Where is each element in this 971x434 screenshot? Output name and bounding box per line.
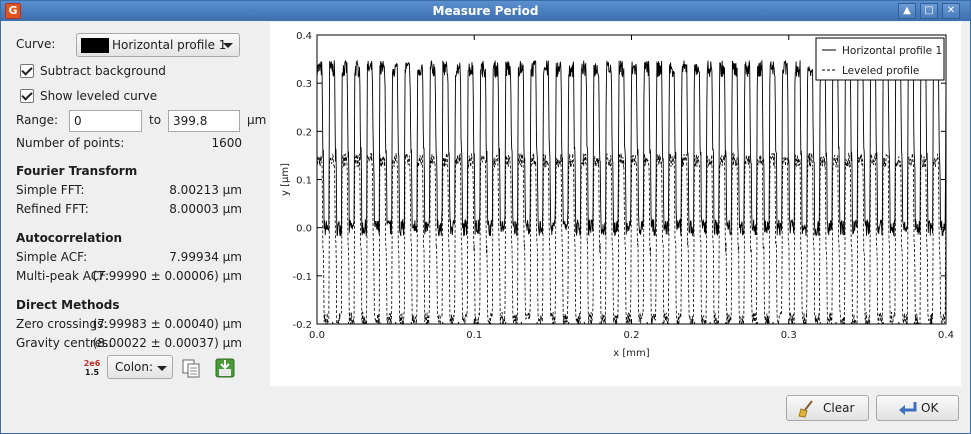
subtract-background-checkbox[interactable] <box>20 64 34 78</box>
separator-selector-value: Colon: <box>115 360 154 374</box>
copy-icon[interactable] <box>180 357 202 379</box>
simple-fft-label: Simple FFT: <box>16 183 85 197</box>
x-tick-label: 0.2 <box>624 330 640 341</box>
y-tick-label: 0.1 <box>296 176 312 187</box>
x-axis-label: x [mm] <box>613 348 649 359</box>
range-from-input[interactable] <box>69 110 142 132</box>
subtract-background-label: Subtract background <box>40 64 166 78</box>
chart-area: -0.2 -0.1 0.0 0.1 0.2 0.3 0.4 0.0 0.1 0.2 0.3 0.4 x … <box>270 22 961 386</box>
refined-fft-label: Refined FFT: <box>16 202 89 216</box>
number-format-icon-top: 2e6 <box>83 359 101 368</box>
curve-color-swatch <box>81 38 109 53</box>
fourier-heading: Fourier Transform <box>16 164 138 178</box>
keep-above-button[interactable]: ▲ <box>898 3 916 19</box>
ok-button-label: OK <box>921 401 939 415</box>
multi-peak-acf-value: (7.99990 ± 0.00006) µm <box>92 269 242 283</box>
separator-selector[interactable]: Colon: <box>107 355 173 379</box>
range-to-label: to <box>149 113 162 127</box>
simple-acf-value: 7.99934 µm <box>169 250 242 264</box>
y-tick-label: 0.2 <box>296 127 312 138</box>
simple-fft-value: 8.00213 µm <box>169 183 242 197</box>
direct-methods-heading: Direct Methods <box>16 298 120 312</box>
range-unit: µm <box>247 113 267 127</box>
ok-button[interactable]: OK <box>876 395 959 421</box>
legend-entry: Horizontal profile 1 <box>842 45 942 57</box>
save-icon[interactable] <box>214 357 236 379</box>
curve-selector-value: Horizontal profile 1 <box>112 38 227 52</box>
simple-acf-label: Simple ACF: <box>16 250 88 264</box>
period-chart: -0.2-0.10.00.10.20.30.40.0 0.1 0.2 0.3 0.4x … <box>280 31 954 359</box>
number-format-icon: 2e6 1.5 <box>81 359 103 379</box>
y-tick-label: 0.4 <box>296 31 312 42</box>
measure-period-window: G Measure Period ▲ □ ✕ Curve: Horizontal… <box>0 0 971 434</box>
y-tick-label: -0.1 <box>292 272 312 283</box>
enter-arrow-icon <box>899 402 917 415</box>
x-tick-label: 0.0 <box>309 330 325 341</box>
x-tick-label: 0.3 <box>781 330 797 341</box>
npoints-value: 1600 <box>211 136 242 150</box>
autocorrelation-heading: Autocorrelation <box>16 231 122 245</box>
y-axis-label: y [µm] <box>280 163 291 196</box>
close-button[interactable]: ✕ <box>942 3 960 19</box>
window-title: Measure Period <box>432 4 539 18</box>
show-leveled-checkbox[interactable] <box>20 89 34 103</box>
curve-selector[interactable]: Horizontal profile 1 <box>76 33 240 57</box>
chevron-down-icon <box>157 366 167 371</box>
range-label: Range: <box>16 113 59 127</box>
curve-label: Curve: <box>16 37 56 51</box>
clear-button[interactable]: Clear <box>786 395 869 421</box>
y-tick-label: 0.0 <box>296 224 312 235</box>
gravity-centres-value: (8.00022 ± 0.00037) µm <box>92 336 242 350</box>
show-leveled-label: Show leveled curve <box>40 89 158 103</box>
x-tick-label: 0.1 <box>466 330 482 341</box>
legend-entry: Leveled profile <box>842 65 919 77</box>
title-bar: G Measure Period ▲ □ ✕ <box>1 1 970 21</box>
y-tick-label: 0.3 <box>296 79 312 90</box>
chevron-down-icon <box>223 43 233 48</box>
zero-crossings-value: (7.99983 ± 0.00040) µm <box>92 317 242 331</box>
number-format-icon-bottom: 1.5 <box>84 368 100 377</box>
refined-fft-value: 8.00003 µm <box>169 202 242 216</box>
settings-panel: Curve: Horizontal profile 1 Subtract bac… <box>1 21 269 387</box>
npoints-label: Number of points: <box>16 136 125 150</box>
broom-icon <box>798 400 813 418</box>
range-to-input[interactable] <box>168 110 240 132</box>
maximize-button[interactable]: □ <box>920 3 938 19</box>
x-tick-label: 0.4 <box>938 330 954 341</box>
clear-button-label: Clear <box>823 401 855 415</box>
